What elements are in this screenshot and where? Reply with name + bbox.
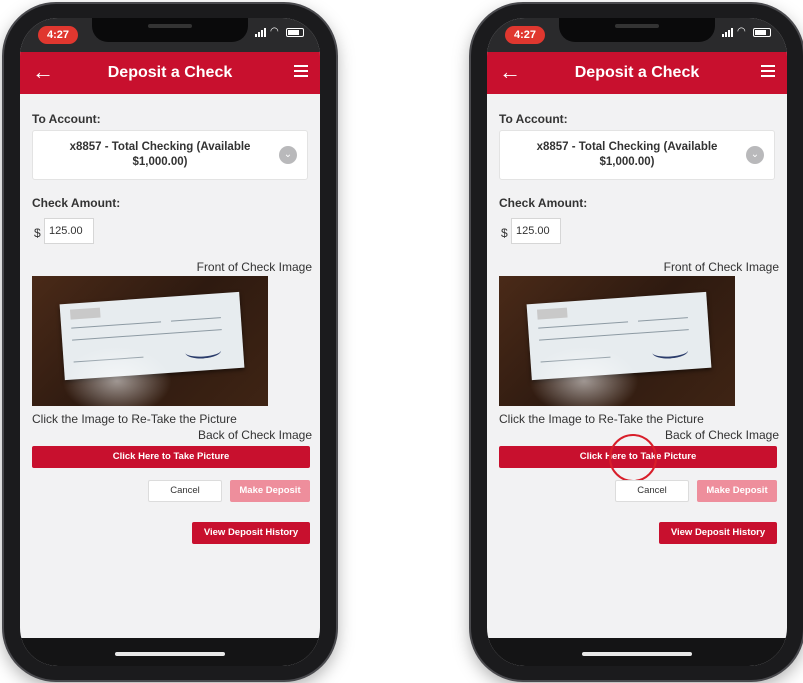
view-deposit-history-button[interactable]: View Deposit History <box>659 522 777 544</box>
app-header: ← Deposit a Check <box>487 52 787 94</box>
page-title: Deposit a Check <box>107 64 233 81</box>
account-line-1: x8857 - Total Checking (Available <box>69 141 251 153</box>
account-line-2: $1,000.00) <box>132 156 188 168</box>
menu-icon[interactable] <box>294 65 308 79</box>
status-time: 4:27 <box>38 26 78 44</box>
status-time: 4:27 <box>505 26 545 44</box>
currency-symbol: $ <box>501 226 508 240</box>
check-amount-label: Check Amount: <box>32 196 121 210</box>
make-deposit-button[interactable]: Make Deposit <box>697 480 777 502</box>
speaker <box>148 24 192 28</box>
account-select[interactable]: x8857 - Total Checking (Available $1,000… <box>499 130 775 180</box>
check-line <box>538 321 629 329</box>
notch <box>92 18 248 42</box>
app-header: ← Deposit a Check <box>20 52 320 94</box>
phone-screen-right: 4:27 ◠ ← Deposit a Check To Account: x88… <box>487 18 787 666</box>
account-line-2: $1,000.00) <box>599 156 655 168</box>
take-picture-button[interactable]: Click Here to Take Picture <box>32 446 310 468</box>
account-select-value: x8857 - Total Checking (Available $1,000… <box>514 140 740 170</box>
chevron-down-icon[interactable]: ⌄ <box>746 146 764 164</box>
check-line <box>71 321 162 329</box>
account-line-1: x8857 - Total Checking (Available <box>536 141 718 153</box>
signal-icon <box>722 27 733 37</box>
blurred-name <box>69 307 101 320</box>
amount-input[interactable]: 125.00 <box>511 218 561 244</box>
bottom-bar <box>487 638 787 666</box>
tap-highlight-circle <box>609 434 657 482</box>
status-icons: ◠ <box>722 27 771 37</box>
check-line <box>170 317 221 322</box>
to-account-label: To Account: <box>32 112 101 126</box>
to-account-label: To Account: <box>499 112 568 126</box>
home-indicator[interactable] <box>115 652 225 656</box>
signal-icon <box>255 27 266 37</box>
front-check-image[interactable] <box>32 276 268 406</box>
speaker <box>615 24 659 28</box>
phone-frame-right: 4:27 ◠ ← Deposit a Check To Account: x88… <box>471 4 803 680</box>
wifi-icon: ◠ <box>737 26 746 37</box>
cancel-button[interactable]: Cancel <box>615 480 689 502</box>
check-line <box>637 317 688 322</box>
notch <box>559 18 715 42</box>
front-image-label: Front of Check Image <box>663 260 779 274</box>
check-signature <box>651 343 689 360</box>
retake-hint: Click the Image to Re-Take the Picture <box>32 412 237 426</box>
phone-frame-left: 4:27 ◠ ← Deposit a Check To Account: x88… <box>4 4 336 680</box>
blurred-name <box>536 307 568 320</box>
status-bar: 4:27 ◠ <box>487 18 787 52</box>
account-select-value: x8857 - Total Checking (Available $1,000… <box>47 140 273 170</box>
check-amount-label: Check Amount: <box>499 196 588 210</box>
retake-hint: Click the Image to Re-Take the Picture <box>499 412 704 426</box>
phone-screen-left: 4:27 ◠ ← Deposit a Check To Account: x88… <box>20 18 320 666</box>
view-deposit-history-button[interactable]: View Deposit History <box>192 522 310 544</box>
front-image-label: Front of Check Image <box>196 260 312 274</box>
check-line <box>539 329 689 341</box>
home-indicator[interactable] <box>582 652 692 656</box>
chevron-down-icon[interactable]: ⌄ <box>279 146 297 164</box>
amount-input[interactable]: 125.00 <box>44 218 94 244</box>
cancel-button[interactable]: Cancel <box>148 480 222 502</box>
make-deposit-button[interactable]: Make Deposit <box>230 480 310 502</box>
battery-icon <box>286 27 304 37</box>
account-select[interactable]: x8857 - Total Checking (Available $1,000… <box>32 130 308 180</box>
bottom-bar <box>20 638 320 666</box>
status-bar: 4:27 ◠ <box>20 18 320 52</box>
check-signature <box>184 343 222 360</box>
check-line <box>72 329 222 341</box>
status-icons: ◠ <box>255 27 304 37</box>
currency-symbol: $ <box>34 226 41 240</box>
wifi-icon: ◠ <box>270 26 279 37</box>
back-image-label: Back of Check Image <box>197 428 312 442</box>
battery-icon <box>753 27 771 37</box>
menu-icon[interactable] <box>761 65 775 79</box>
front-check-image[interactable] <box>499 276 735 406</box>
page-title: Deposit a Check <box>574 64 700 81</box>
back-image-label: Back of Check Image <box>664 428 779 442</box>
